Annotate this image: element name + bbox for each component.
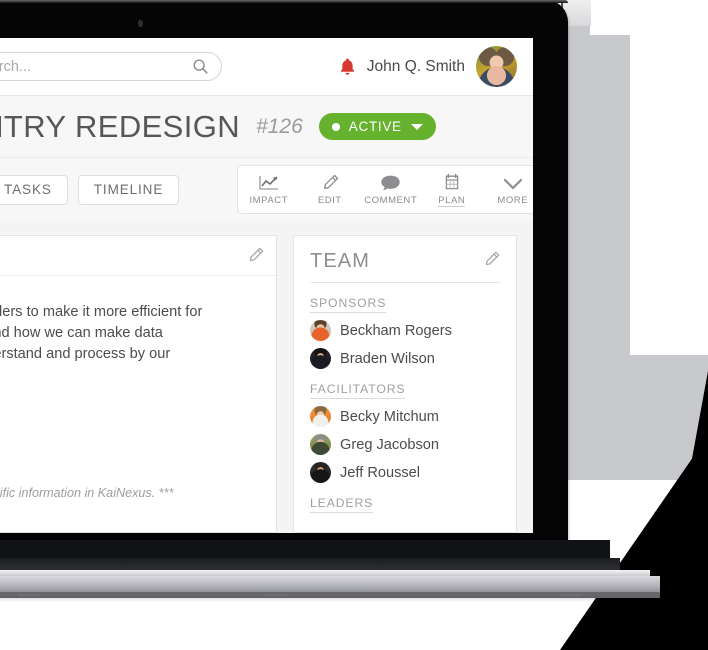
entry-id: #126 xyxy=(256,114,303,138)
team-member[interactable]: Greg Jacobson xyxy=(310,434,500,455)
toolbar-item-plan[interactable]: PLAN xyxy=(421,166,482,213)
pencil-icon[interactable] xyxy=(247,247,264,269)
webcam-dot-icon xyxy=(138,20,143,27)
user-menu[interactable]: John Q. Smith xyxy=(339,46,517,87)
pencil-icon[interactable] xyxy=(483,251,500,273)
screenshot-stage: John Q. Smith ENTRY REDESIGN #126 ACTIVE… xyxy=(0,0,708,650)
chart-line-icon xyxy=(258,173,280,192)
team-member-name: Becky Mitchum xyxy=(340,408,439,425)
toolbar-label-more: MORE xyxy=(497,195,529,206)
toolbar-label-comment: COMMENT xyxy=(364,195,418,206)
description-body: g orders to make it more efficient for r… xyxy=(0,276,276,365)
page-title: ENTRY REDESIGN xyxy=(0,108,241,144)
action-toolbar: IMPACT EDIT COMMENT PLAN MORE xyxy=(237,165,533,214)
search-box[interactable] xyxy=(0,52,222,81)
team-member-name: Jeff Roussel xyxy=(340,464,421,481)
speech-bubble-icon xyxy=(380,173,401,192)
tab-timeline[interactable]: TIMELINE xyxy=(77,174,180,205)
toolbar-item-impact[interactable]: IMPACT xyxy=(238,166,299,213)
bell-icon[interactable] xyxy=(339,57,356,76)
main-content: g orders to make it more efficient for r… xyxy=(0,221,533,533)
team-panel: TEAM SPONSORS Beckham Rogers Braden Wils… xyxy=(293,235,517,533)
team-member[interactable]: Jeff Roussel xyxy=(310,462,500,483)
magnifier-icon[interactable] xyxy=(192,58,209,75)
user-name: John Q. Smith xyxy=(366,57,465,75)
tabs-and-toolbar: TASKS TIMELINE IMPACT EDIT COMMENT PLAN … xyxy=(0,158,533,221)
calendar-icon xyxy=(443,173,461,192)
laptop-screen: John Q. Smith ENTRY REDESIGN #126 ACTIVE… xyxy=(0,38,533,533)
description-line: g orders to make it more efficient for xyxy=(0,304,203,320)
team-member-name: Greg Jacobson xyxy=(340,436,439,453)
search-input[interactable] xyxy=(0,58,192,75)
team-member-name: Beckham Rogers xyxy=(340,322,452,339)
page-header: ENTRY REDESIGN #126 ACTIVE xyxy=(0,96,533,158)
team-member[interactable]: Becky Mitchum xyxy=(310,406,500,427)
team-group-label-leaders: LEADERS xyxy=(310,496,374,513)
tab-tasks[interactable]: TASKS xyxy=(0,174,68,205)
avatar xyxy=(310,462,331,483)
team-title: TEAM xyxy=(310,250,370,272)
team-panel-header: TEAM xyxy=(310,250,500,283)
status-label: ACTIVE xyxy=(348,119,402,134)
chevron-down-icon[interactable] xyxy=(410,123,423,130)
description-line: understand and process by our xyxy=(0,346,171,362)
toolbar-label-impact: IMPACT xyxy=(249,195,288,206)
avatar[interactable] xyxy=(476,46,517,87)
team-group-label-facilitators: FACILITATORS xyxy=(310,382,406,399)
status-badge[interactable]: ACTIVE xyxy=(318,113,436,140)
toolbar-item-more[interactable]: MORE xyxy=(482,166,533,213)
team-member-name: Braden Wilson xyxy=(340,350,435,367)
background-shadow-step2 xyxy=(563,355,708,480)
description-line: rstand how we can make data xyxy=(0,325,163,341)
status-dot-icon xyxy=(331,122,340,131)
laptop-lid-top-edge xyxy=(0,0,568,3)
toolbar-label-plan: PLAN xyxy=(438,194,466,207)
pencil-icon xyxy=(321,173,339,192)
toolbar-label-edit: EDIT xyxy=(317,195,342,206)
app-top-bar: John Q. Smith xyxy=(0,38,533,96)
chevron-down-icon xyxy=(502,173,524,192)
avatar xyxy=(310,434,331,455)
laptop-drop-shadow xyxy=(0,592,670,602)
toolbar-item-edit[interactable]: EDIT xyxy=(299,166,360,213)
team-member[interactable]: Braden Wilson xyxy=(310,348,500,369)
toolbar-item-comment[interactable]: COMMENT xyxy=(360,166,421,213)
avatar xyxy=(310,320,331,341)
description-card: g orders to make it more efficient for r… xyxy=(0,235,277,533)
description-note: -specific information in KaiNexus. *** xyxy=(0,486,174,500)
team-group-label-sponsors: SPONSORS xyxy=(310,296,387,313)
description-card-header xyxy=(0,236,276,276)
team-member[interactable]: Beckham Rogers xyxy=(310,320,500,341)
avatar xyxy=(310,348,331,369)
avatar xyxy=(310,406,331,427)
